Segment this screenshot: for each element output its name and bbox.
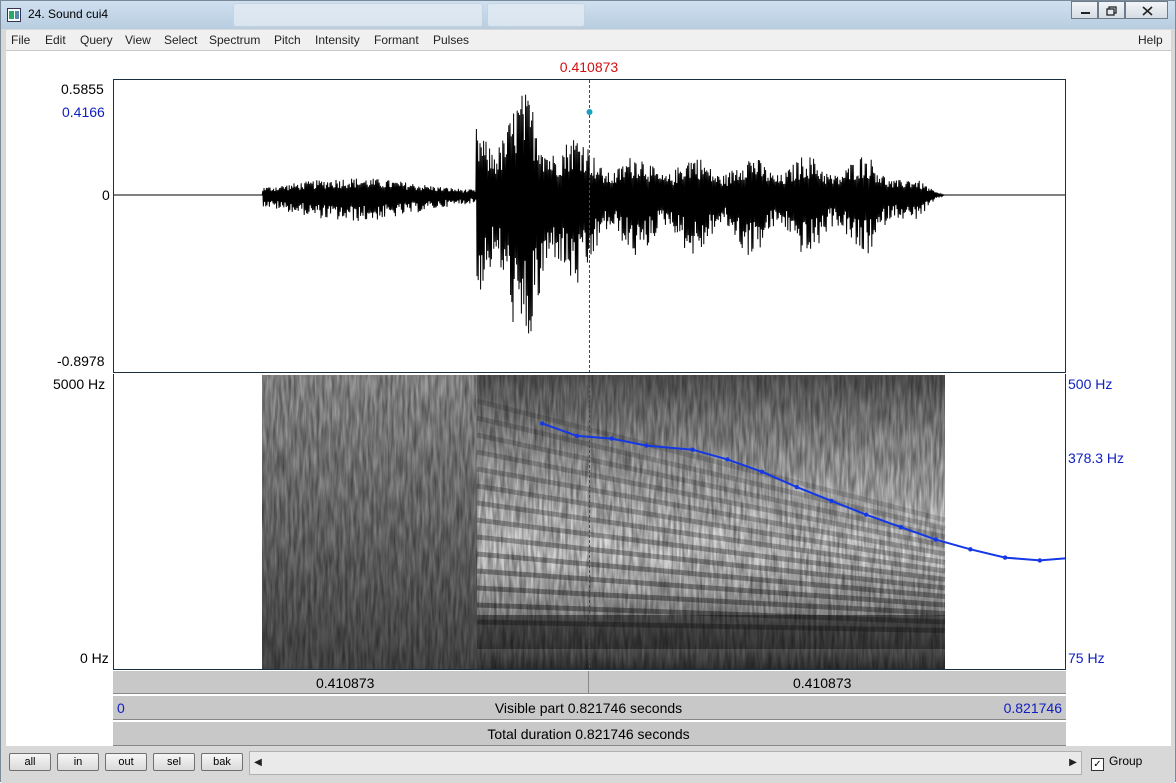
scroll-left-arrow-icon[interactable]: ◀ bbox=[250, 752, 266, 774]
minimize-icon bbox=[1081, 12, 1090, 14]
cursor-time-label: 0.410873 bbox=[559, 59, 619, 75]
amplitude-min-label: -0.8978 bbox=[57, 353, 105, 369]
menu-bar: File Edit Query View Select Spectrum Pit… bbox=[6, 30, 1171, 51]
horizontal-scrollbar[interactable]: ◀ ▶ bbox=[249, 751, 1082, 775]
close-icon bbox=[1142, 6, 1153, 16]
visible-part-bar[interactable]: 0 Visible part 0.821746 seconds 0.821746 bbox=[113, 695, 1066, 720]
frequency-min-label: 0 Hz bbox=[80, 650, 109, 666]
background-window-ghost bbox=[487, 3, 585, 27]
menu-pitch[interactable]: Pitch bbox=[274, 33, 301, 47]
bar-divider bbox=[588, 671, 589, 693]
group-label: Group bbox=[1109, 754, 1143, 768]
frequency-max-label: 5000 Hz bbox=[53, 376, 106, 392]
pitch-cursor-label: 378.3 Hz bbox=[1068, 450, 1125, 466]
visible-end-time: 0.821746 bbox=[1003, 700, 1062, 716]
menu-help[interactable]: Help bbox=[1138, 33, 1163, 47]
amplitude-zero-label: 0 bbox=[102, 187, 110, 203]
bottom-toolbar: all in out sel bak ◀ ▶ ✓ Group bbox=[1, 747, 1175, 783]
menu-spectrum[interactable]: Spectrum bbox=[209, 33, 260, 47]
title-bar[interactable]: 24. Sound cui4 bbox=[1, 1, 1175, 29]
background-window-ghost bbox=[233, 3, 483, 27]
menu-view[interactable]: View bbox=[125, 33, 151, 47]
waveform-frame bbox=[113, 79, 1066, 373]
amplitude-max-label: 0.5855 bbox=[61, 81, 104, 97]
zoom-selection-button[interactable]: sel bbox=[153, 753, 195, 771]
scroll-right-arrow-icon[interactable]: ▶ bbox=[1065, 752, 1081, 774]
menu-intensity[interactable]: Intensity bbox=[315, 33, 360, 47]
amplitude-cursor-label: 0.4166 bbox=[62, 104, 105, 120]
total-duration-label: Total duration 0.821746 seconds bbox=[487, 726, 690, 742]
zoom-back-button[interactable]: bak bbox=[201, 753, 243, 771]
pitch-min-label: 75 Hz bbox=[1068, 650, 1105, 666]
minimize-button[interactable] bbox=[1071, 1, 1098, 19]
menu-file[interactable]: File bbox=[11, 33, 30, 47]
menu-query[interactable]: Query bbox=[80, 33, 113, 47]
menu-edit[interactable]: Edit bbox=[45, 33, 66, 47]
zoom-all-button[interactable]: all bbox=[9, 753, 51, 771]
spectrogram-frame bbox=[113, 374, 1066, 670]
menu-pulses[interactable]: Pulses bbox=[433, 33, 469, 47]
menu-formant[interactable]: Formant bbox=[374, 33, 419, 47]
praat-app-icon bbox=[7, 8, 21, 22]
menu-select[interactable]: Select bbox=[164, 33, 197, 47]
zoom-out-button[interactable]: out bbox=[105, 753, 147, 771]
group-checkbox[interactable]: ✓ bbox=[1091, 758, 1104, 771]
restore-icon bbox=[1106, 6, 1117, 16]
left-segment-duration: 0.410873 bbox=[316, 675, 375, 691]
cursor-time-bar[interactable]: 0.410873 0.410873 bbox=[113, 670, 1066, 694]
visible-part-label: Visible part 0.821746 seconds bbox=[494, 700, 683, 716]
window-title: 24. Sound cui4 bbox=[28, 7, 109, 21]
total-duration-bar[interactable]: Total duration 0.821746 seconds bbox=[113, 721, 1066, 746]
group-toggle[interactable]: ✓ Group bbox=[1091, 754, 1142, 771]
zoom-in-button[interactable]: in bbox=[57, 753, 99, 771]
close-button[interactable] bbox=[1125, 1, 1168, 19]
sound-editor-window: 24. Sound cui4 File Edit Query View Sele… bbox=[0, 0, 1176, 783]
maximize-button[interactable] bbox=[1098, 1, 1125, 19]
pitch-max-label: 500 Hz bbox=[1068, 376, 1113, 392]
right-segment-duration: 0.410873 bbox=[793, 675, 852, 691]
